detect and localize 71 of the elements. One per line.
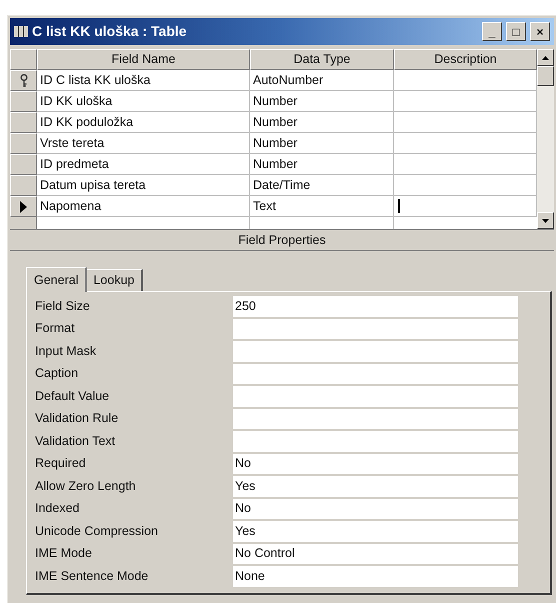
table-cell[interactable] bbox=[37, 217, 250, 229]
table-cell[interactable]: ID KK poduložka bbox=[37, 112, 250, 133]
property-value-field[interactable]: Yes bbox=[233, 476, 518, 496]
property-value-field[interactable]: 250 bbox=[233, 296, 518, 316]
table-cell[interactable]: ID KK uloška bbox=[37, 91, 250, 112]
close-button[interactable]: × bbox=[530, 22, 550, 41]
column-header[interactable]: Description bbox=[394, 49, 537, 70]
window-title: C list KK uloška : Table bbox=[32, 22, 188, 41]
table-cell[interactable] bbox=[394, 154, 537, 175]
vertical-scrollbar[interactable] bbox=[537, 49, 554, 229]
up-arrow-icon bbox=[542, 56, 549, 60]
table-cell[interactable] bbox=[394, 112, 537, 133]
property-label: Validation Text bbox=[35, 432, 116, 450]
property-label: Required bbox=[35, 455, 87, 472]
table-cell[interactable]: Datum upisa tereta bbox=[37, 175, 250, 196]
table-cell[interactable]: ID C lista KK uloška bbox=[37, 70, 250, 91]
table-cell[interactable] bbox=[394, 133, 537, 154]
table-cell[interactable]: Number bbox=[250, 133, 394, 154]
table-cell[interactable] bbox=[250, 217, 394, 229]
text-cursor bbox=[398, 199, 400, 213]
tab[interactable]: Lookup bbox=[87, 269, 142, 291]
key-icon bbox=[20, 74, 28, 88]
property-value-field[interactable] bbox=[233, 341, 518, 362]
property-value-field[interactable]: No bbox=[233, 498, 518, 519]
property-label: Validation Rule bbox=[35, 410, 120, 428]
table-cell[interactable]: Napomena bbox=[37, 196, 250, 217]
table-cell[interactable] bbox=[394, 91, 537, 112]
property-label: Input Mask bbox=[35, 342, 98, 360]
table-cell[interactable] bbox=[394, 217, 537, 229]
field-properties-title: Field Properties bbox=[238, 232, 326, 249]
property-value-field[interactable] bbox=[233, 431, 518, 452]
table-cell[interactable]: Text bbox=[250, 196, 394, 217]
property-value-field[interactable] bbox=[233, 386, 518, 406]
property-label: Allow Zero Length bbox=[35, 478, 137, 495]
property-value-field[interactable] bbox=[233, 408, 518, 429]
table-cell[interactable]: AutoNumber bbox=[250, 70, 394, 91]
property-label: Format bbox=[35, 320, 76, 338]
column-header[interactable]: Field Name bbox=[37, 49, 250, 70]
property-label: Unicode Compression bbox=[35, 522, 159, 540]
scroll-thumb[interactable] bbox=[537, 66, 554, 86]
table-cell[interactable] bbox=[394, 175, 537, 196]
table-cell[interactable]: Date/Time bbox=[250, 175, 394, 196]
table-cell[interactable] bbox=[394, 196, 537, 217]
property-value-field[interactable]: No Control bbox=[233, 544, 518, 564]
scroll-up-button[interactable] bbox=[537, 49, 554, 66]
table-cell[interactable]: Number bbox=[250, 154, 394, 175]
scroll-down-button[interactable] bbox=[537, 212, 554, 229]
table-cell[interactable] bbox=[394, 70, 537, 91]
maximize-button[interactable]: □ bbox=[506, 22, 526, 41]
current-row-arrow-icon bbox=[20, 200, 27, 212]
table-cell[interactable]: ID predmeta bbox=[37, 154, 250, 175]
property-value-field[interactable]: No bbox=[233, 454, 518, 474]
property-value-field[interactable] bbox=[233, 318, 518, 339]
corner-header bbox=[10, 49, 37, 70]
property-value-field[interactable] bbox=[233, 364, 518, 384]
table-icon bbox=[14, 26, 28, 37]
down-arrow-icon bbox=[542, 218, 549, 222]
property-value-field[interactable]: Yes bbox=[233, 521, 518, 542]
table-cell[interactable]: Number bbox=[250, 91, 394, 112]
property-value-field[interactable]: None bbox=[233, 566, 518, 586]
property-label: Indexed bbox=[35, 500, 80, 518]
tab[interactable]: General bbox=[26, 267, 88, 292]
property-label: Caption bbox=[35, 365, 80, 382]
property-label: Field Size bbox=[35, 298, 91, 315]
property-label: Default Value bbox=[35, 388, 110, 405]
column-header[interactable]: Data Type bbox=[250, 49, 394, 70]
property-label: IME Mode bbox=[35, 545, 93, 562]
property-label: IME Sentence Mode bbox=[35, 568, 150, 585]
table-cell[interactable]: Number bbox=[250, 112, 394, 133]
minimize-button[interactable]: _ bbox=[482, 22, 502, 41]
table-cell[interactable]: Vrste tereta bbox=[37, 133, 250, 154]
